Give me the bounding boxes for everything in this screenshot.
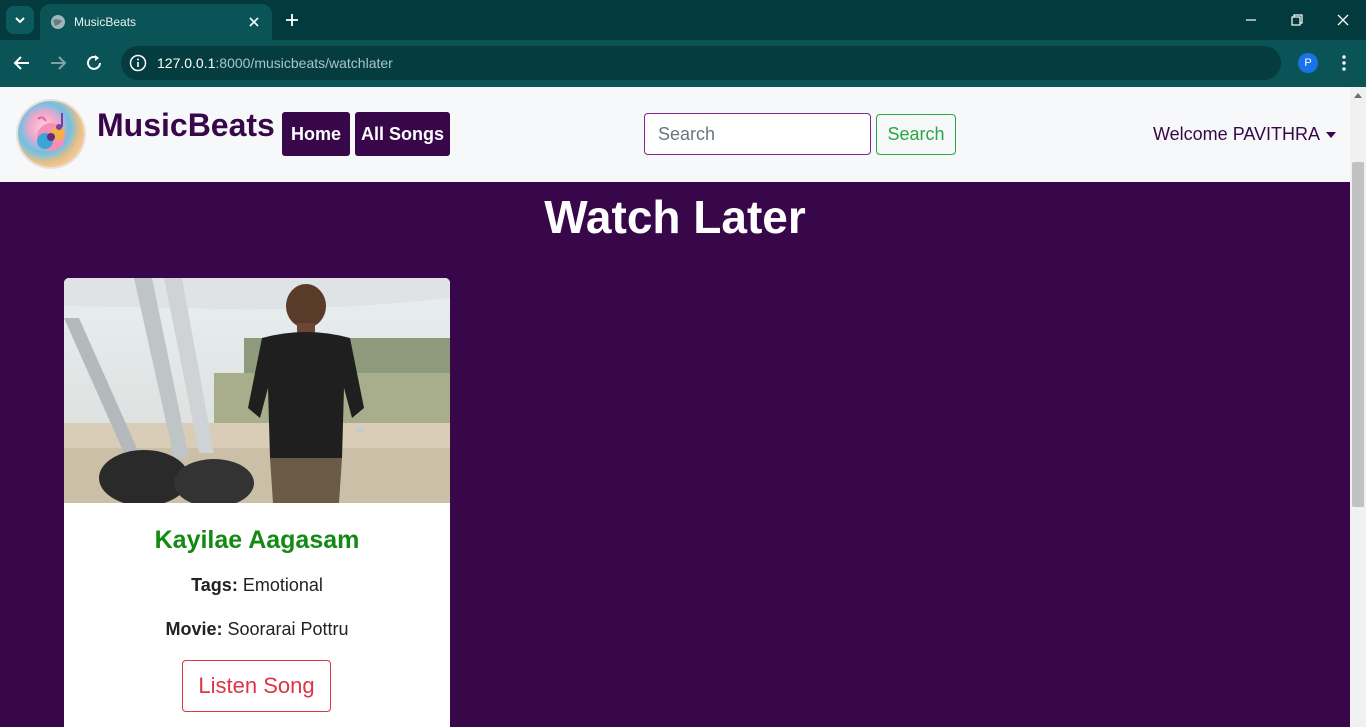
listen-song-button[interactable]: Listen Song (182, 660, 331, 712)
url-path: :8000/musicbeats/watchlater (215, 55, 393, 71)
more-menu-icon[interactable] (1336, 53, 1352, 73)
nav-home-button[interactable]: Home (282, 112, 350, 156)
tags-value: Emotional (237, 575, 323, 595)
music-logo-icon (37, 113, 65, 151)
song-cover-image[interactable] (64, 278, 450, 503)
tab-search-button[interactable] (6, 6, 34, 34)
browser-tab-bar: MusicBeats (0, 0, 1366, 40)
brand-logo[interactable] (18, 101, 84, 167)
search-input[interactable] (644, 113, 871, 155)
restore-icon[interactable] (1287, 10, 1307, 30)
tags-label: Tags: (191, 575, 238, 595)
song-movie: Movie: Soorarai Pottru (64, 619, 450, 640)
address-bar[interactable]: 127.0.0.1:8000/musicbeats/watchlater (121, 46, 1281, 80)
nav-all-songs-button[interactable]: All Songs (355, 112, 450, 156)
song-title: Kayilae Aagasam (154, 526, 360, 554)
minimize-icon[interactable] (1241, 10, 1261, 30)
url-host: 127.0.0.1 (157, 55, 216, 71)
close-icon[interactable] (246, 14, 262, 30)
chevron-down-icon (15, 17, 25, 24)
profile-avatar[interactable]: P (1298, 53, 1318, 73)
song-card: Kayilae Aagasam Tags: Emotional Movie: S… (64, 278, 450, 727)
movie-label: Movie: (165, 619, 223, 639)
search-button[interactable]: Search (876, 114, 956, 155)
new-tab-icon[interactable] (282, 10, 302, 30)
forward-arrow-icon[interactable] (47, 52, 69, 74)
back-arrow-icon[interactable] (11, 52, 33, 74)
browser-toolbar: 127.0.0.1:8000/musicbeats/watchlater P (0, 40, 1366, 112)
site-navbar: MusicBeats Home All Songs Search Welcome… (0, 87, 1350, 182)
song-tags: Tags: Emotional (64, 575, 450, 596)
page-scrollbar[interactable] (1350, 87, 1366, 727)
tab-title: MusicBeats (74, 15, 137, 29)
browser-tab[interactable]: MusicBeats (40, 4, 272, 40)
url-text: 127.0.0.1:8000/musicbeats/watchlater (157, 55, 393, 71)
site-info-icon[interactable] (129, 54, 147, 72)
globe-icon (51, 15, 65, 29)
user-menu-dropdown[interactable]: Welcome PAVITHRA (1153, 124, 1337, 145)
scroll-up-arrow-icon[interactable] (1354, 93, 1362, 98)
window-close-icon[interactable] (1333, 10, 1353, 30)
scrollbar-thumb[interactable] (1352, 162, 1364, 507)
caret-down-icon (1326, 131, 1337, 138)
movie-value: Soorarai Pottru (222, 619, 349, 639)
page-title: Watch Later (544, 191, 806, 243)
welcome-text: Welcome PAVITHRA (1153, 124, 1321, 144)
reload-icon[interactable] (83, 52, 105, 74)
brand-name[interactable]: MusicBeats (97, 107, 275, 144)
